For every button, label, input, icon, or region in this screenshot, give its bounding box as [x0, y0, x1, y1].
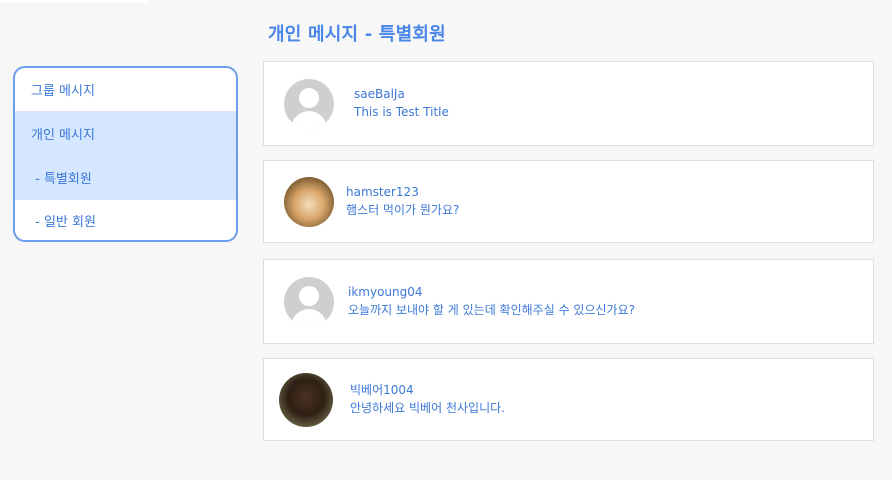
top-strip: [0, 0, 150, 3]
sidebar-menu: 그룹 메시지 개인 메시지 - 특별회원 - 일반 회원: [13, 66, 238, 242]
message-card[interactable]: ikmyoung04 오늘까지 보내야 할 게 있는데 확인해주실 수 있으신가…: [263, 259, 874, 344]
sidebar-item-regular-members[interactable]: - 일반 회원: [15, 200, 236, 240]
message-content: saeBalJa This is Test Title: [354, 86, 449, 121]
message-text: 오늘까지 보내야 할 게 있는데 확인해주실 수 있으신가요?: [348, 303, 635, 317]
default-avatar-icon: [284, 78, 334, 129]
message-card[interactable]: hamster123 햄스터 먹이가 뭔가요?: [263, 160, 874, 243]
message-card[interactable]: saeBalJa This is Test Title: [263, 61, 874, 146]
message-content: hamster123 햄스터 먹이가 뭔가요?: [346, 184, 459, 219]
sidebar-item-label: - 일반 회원: [31, 214, 96, 230]
message-content: 빅베어1004 안녕하세요 빅베어 천사입니다.: [350, 382, 505, 417]
message-username: 빅베어1004: [350, 383, 414, 397]
page-title: 개인 메시지 - 특별회원: [268, 24, 446, 45]
sidebar-item-label: 그룹 메시지: [31, 84, 95, 99]
message-text: 햄스터 먹이가 뭔가요?: [346, 203, 460, 217]
sidebar-item-label: 개인 메시지: [31, 128, 95, 143]
message-username: hamster123: [346, 185, 419, 199]
message-username: saeBalJa: [354, 87, 405, 101]
message-content: ikmyoung04 오늘까지 보내야 할 게 있는데 확인해주실 수 있으신가…: [348, 284, 635, 319]
message-text: This is Test Title: [354, 105, 449, 119]
bear-avatar: [279, 372, 333, 427]
message-card[interactable]: 빅베어1004 안녕하세요 빅베어 천사입니다.: [263, 358, 874, 441]
sidebar-item-personal-messages[interactable]: 개인 메시지: [15, 112, 236, 156]
default-avatar-icon: [284, 276, 334, 327]
hamster-avatar: [284, 176, 334, 227]
message-text: 안녕하세요 빅베어 천사입니다.: [350, 401, 505, 415]
sidebar-item-group-messages[interactable]: 그룹 메시지: [15, 68, 236, 112]
message-username: ikmyoung04: [348, 285, 423, 299]
sidebar-item-label: - 특별회원: [31, 172, 92, 187]
sidebar-item-special-members[interactable]: - 특별회원: [15, 156, 236, 200]
